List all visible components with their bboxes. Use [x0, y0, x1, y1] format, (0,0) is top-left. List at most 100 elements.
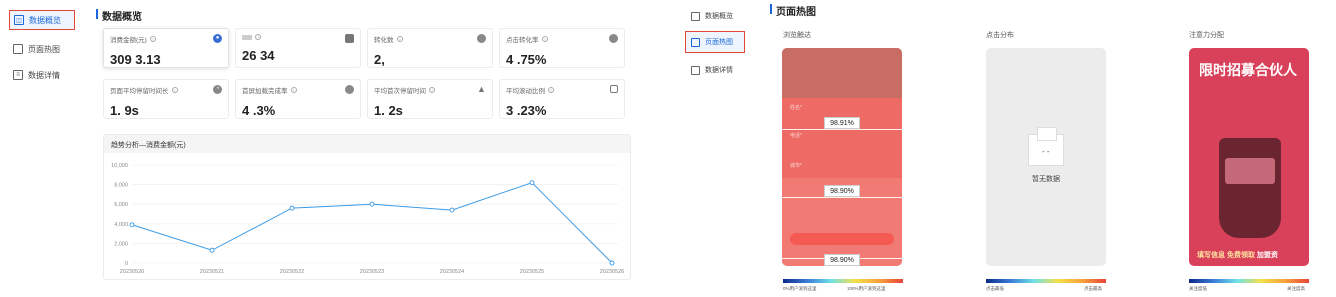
wallet-icon: ●: [213, 34, 222, 43]
metric-value: 1. 9s: [110, 103, 139, 118]
trend-chart-svg: 0 2,000 4,000 6,000 8,000 10,000 20230520 20230…: [111, 163, 624, 275]
metric-label: 页面平均停留时间长: [110, 88, 169, 95]
page-title: 页面热图: [770, 3, 816, 18]
y-tick-label: 8,000: [114, 183, 128, 189]
sidebar-item-heatmap[interactable]: 页面热图: [685, 31, 745, 53]
legend-min: 0%用户滚到这里: [783, 286, 817, 291]
metric-value: 26 34: [242, 48, 275, 63]
metric-card: 平均滚动比例? 3 .23%: [499, 79, 625, 119]
empty-text: 暂无数据: [1032, 176, 1060, 183]
metric-card: 点击转化率? 4 .75%: [499, 28, 625, 68]
data-point: [289, 205, 295, 211]
square-icon: [610, 85, 618, 93]
sidebar-item-heatmap[interactable]: 页面热图: [9, 39, 75, 59]
x-tick-label: 20230522: [280, 269, 304, 275]
data-point: [369, 201, 375, 207]
metric-label: 消费金额(元): [110, 37, 147, 44]
y-tick-label: 6,000: [114, 202, 128, 208]
x-tick-label: 20230523: [360, 269, 384, 275]
page-preview-banner: [782, 48, 902, 98]
legend-min: 关注度低: [1189, 286, 1207, 291]
poster-footer-a: 填写信息: [1197, 252, 1225, 259]
coffee-cup-image: [1219, 138, 1281, 238]
y-tick-label: 4,000: [114, 222, 128, 228]
metric-value: 4 .3%: [242, 103, 276, 118]
poster-footer-c: 加盟资: [1256, 252, 1278, 259]
poster-headline: 限时招募合伙人: [1199, 62, 1297, 78]
heat-legend-bar: [1189, 279, 1309, 283]
sidebar-item-label: 数据概览: [29, 15, 61, 25]
preview-text: 姓名*: [790, 105, 802, 111]
chart-title: 趋势分析—消费金额(元): [104, 135, 630, 153]
poster-footer: 填写信息 免费领取 加盟资: [1197, 250, 1278, 260]
help-icon[interactable]: ?: [255, 34, 261, 40]
metric-card: 转化数? 2,: [367, 28, 493, 68]
help-icon[interactable]: ?: [396, 36, 403, 42]
metric-value: 309 3.13: [110, 52, 161, 67]
x-tick-label: 20230524: [440, 269, 464, 275]
page-title: 数据概览: [96, 8, 142, 23]
chart-icon: [691, 11, 700, 21]
metric-card: 消费金额(元)? 309 3.13 ●: [103, 28, 229, 68]
circle-icon: [609, 34, 618, 43]
sidebar-item-label: 数据概览: [705, 13, 733, 20]
heat-legend-bar: [783, 279, 903, 283]
metric-value: 2,: [374, 52, 385, 67]
preview-button: [790, 233, 894, 245]
help-icon[interactable]: ?: [290, 87, 297, 93]
sidebar-item-overview[interactable]: 数据概览: [686, 6, 744, 26]
help-icon[interactable]: ?: [429, 87, 435, 93]
preview-text: 城市*: [790, 163, 802, 169]
data-point: [609, 260, 615, 266]
scroll-badge: 98.91%: [824, 117, 860, 129]
clock-icon: ◔: [213, 85, 222, 94]
series-line: [131, 182, 613, 264]
sidebar-item-label: 页面热图: [28, 44, 60, 54]
metric-label: 转化数: [374, 37, 394, 44]
sidebar-item-details[interactable]: 数据详情: [686, 60, 744, 80]
data-point: [209, 247, 215, 253]
sidebar-item-overview[interactable]: ◫ 数据概览: [9, 10, 75, 30]
trend-chart: 趋势分析—消费金额(元) 0 2,000 4,000 6,000 8,000 10,000…: [103, 134, 631, 280]
sidebar-item-label: 页面热图: [705, 39, 733, 46]
scroll-heatmap: 姓名* 电话* 城市* 98.91% 98.90% 98.90%: [782, 48, 902, 266]
sidebar-item-details[interactable]: ≡ 数据详情: [9, 65, 75, 85]
metric-label: 平均首次停留时间: [374, 88, 426, 95]
coffee-cup-label: [1225, 158, 1275, 184]
sidebar-item-label: 数据详情: [28, 70, 60, 80]
metric-value: 4 .75%: [506, 52, 547, 67]
legend-min: 点击最低: [986, 286, 1004, 291]
legend-max: 关注度高: [1287, 286, 1305, 291]
legend-max: 点击最高: [1084, 286, 1102, 291]
help-icon[interactable]: ?: [541, 36, 548, 42]
metric-label: 首屏加载完成率: [242, 88, 288, 95]
square-icon: [345, 34, 354, 43]
help-icon[interactable]: ?: [149, 36, 156, 42]
column-title: 注意力分配: [1189, 32, 1224, 39]
click-heatmap: - - 暂无数据: [986, 48, 1106, 266]
attention-heatmap: 限时招募合伙人 填写信息 免费领取 加盟资: [1189, 48, 1309, 266]
heat-legend-bar: [986, 279, 1106, 283]
help-icon[interactable]: ?: [548, 87, 554, 93]
circle-icon: [345, 85, 354, 94]
chart-icon: ◫: [14, 15, 24, 25]
metric-label: 点击转化率: [506, 37, 539, 44]
scroll-badge: 98.90%: [824, 185, 860, 197]
help-icon[interactable]: ?: [171, 87, 178, 93]
y-tick-label: 10,000: [111, 163, 128, 169]
sidebar-item-label: 数据详情: [705, 67, 733, 74]
data-point: [449, 207, 455, 213]
blurred-label: [242, 34, 252, 40]
x-tick-label: 20230526: [600, 269, 624, 275]
x-tick-label: 20230520: [120, 269, 144, 275]
scroll-badge: 98.90%: [824, 254, 860, 266]
x-tick-label: 20230521: [200, 269, 224, 275]
metric-card: 平均首次停留时间? 1. 2s ▲: [367, 79, 493, 119]
y-tick-label: 0: [125, 261, 128, 267]
metric-value: 1. 2s: [374, 103, 403, 118]
list-icon: [691, 65, 700, 75]
metric-label: 平均滚动比例: [506, 88, 545, 95]
triangle-icon: ▲: [477, 84, 486, 94]
metric-card: ? 26 34: [235, 28, 361, 68]
metric-card: 页面平均停留时间长? 1. 9s ◔: [103, 79, 229, 119]
